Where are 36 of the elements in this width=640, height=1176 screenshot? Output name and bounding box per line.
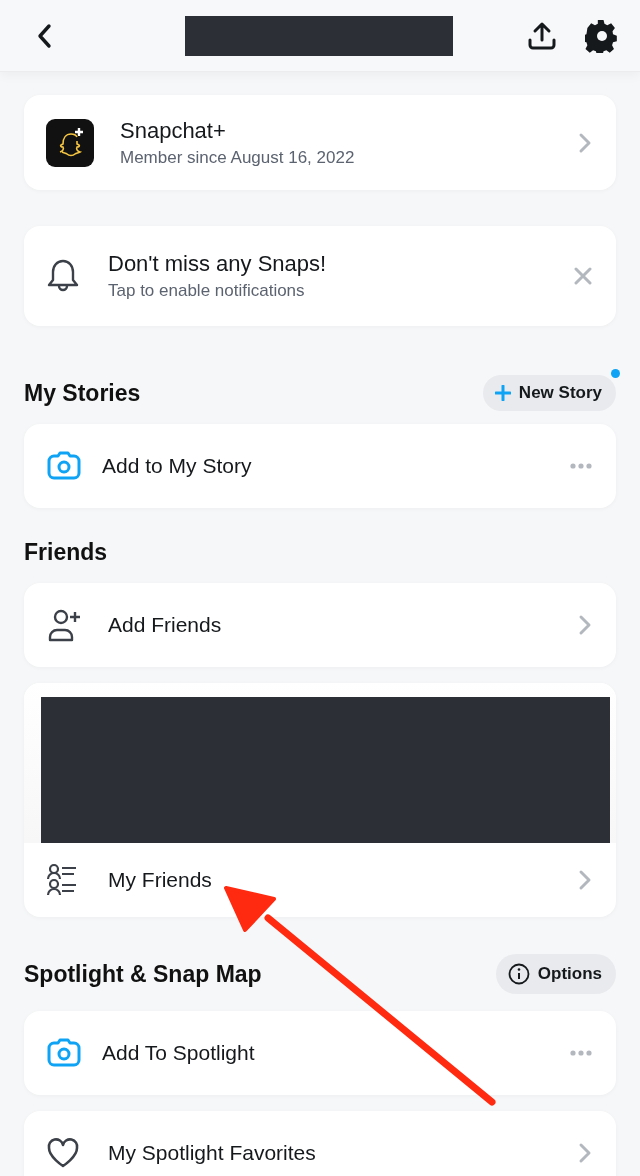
heart-icon <box>46 1137 80 1169</box>
settings-icon <box>585 18 619 53</box>
list-row[interactable]: Add Friends <box>24 583 616 667</box>
row-label: Add To Spotlight <box>102 1041 256 1065</box>
settings-button[interactable] <box>584 17 620 54</box>
row-label: Add to My Story <box>102 454 253 478</box>
section-title: Spotlight & Snap Map <box>24 960 262 988</box>
notification-prompt[interactable]: Don't miss any Snaps! Tap to enable notifications <box>24 226 616 326</box>
row-label: My Spotlight Favorites <box>108 1141 317 1165</box>
options-button[interactable]: Options <box>495 954 616 994</box>
info-icon <box>507 963 530 985</box>
ghost-plus-icon <box>46 118 94 167</box>
row-label: Add Friends <box>108 613 223 637</box>
subscription-row[interactable]: Snapchat+ Member since August 16, 2022 <box>24 95 616 190</box>
chevron-icon <box>578 614 592 636</box>
chevron-icon <box>578 1142 592 1164</box>
camera-icon <box>46 1037 82 1069</box>
section-title: My Stories <box>24 379 141 407</box>
card-subtitle: Member since August 16, 2022 <box>120 147 356 168</box>
section-title: Friends <box>24 538 108 566</box>
list-row[interactable]: Add to My Story <box>24 424 616 508</box>
chevron-icon <box>578 869 592 891</box>
list-row[interactable]: My Friends <box>24 843 616 917</box>
row-label: My Friends <box>108 868 213 892</box>
card-subtitle: Tap to enable notifications <box>108 281 306 301</box>
new-story-button[interactable]: New Story <box>482 375 616 411</box>
list-row[interactable]: Add To Spotlight <box>24 1011 616 1095</box>
list-row[interactable]: My Spotlight Favorites <box>24 1111 616 1176</box>
plus-icon <box>494 385 511 401</box>
back-icon <box>36 22 52 49</box>
camera-icon <box>46 450 82 482</box>
card-title: Snapchat+ <box>120 117 227 144</box>
card-title: Don't miss any Snaps! <box>108 251 328 277</box>
add-friend-icon <box>46 607 82 643</box>
chevron-icon <box>578 131 592 154</box>
bell-icon <box>46 258 80 294</box>
